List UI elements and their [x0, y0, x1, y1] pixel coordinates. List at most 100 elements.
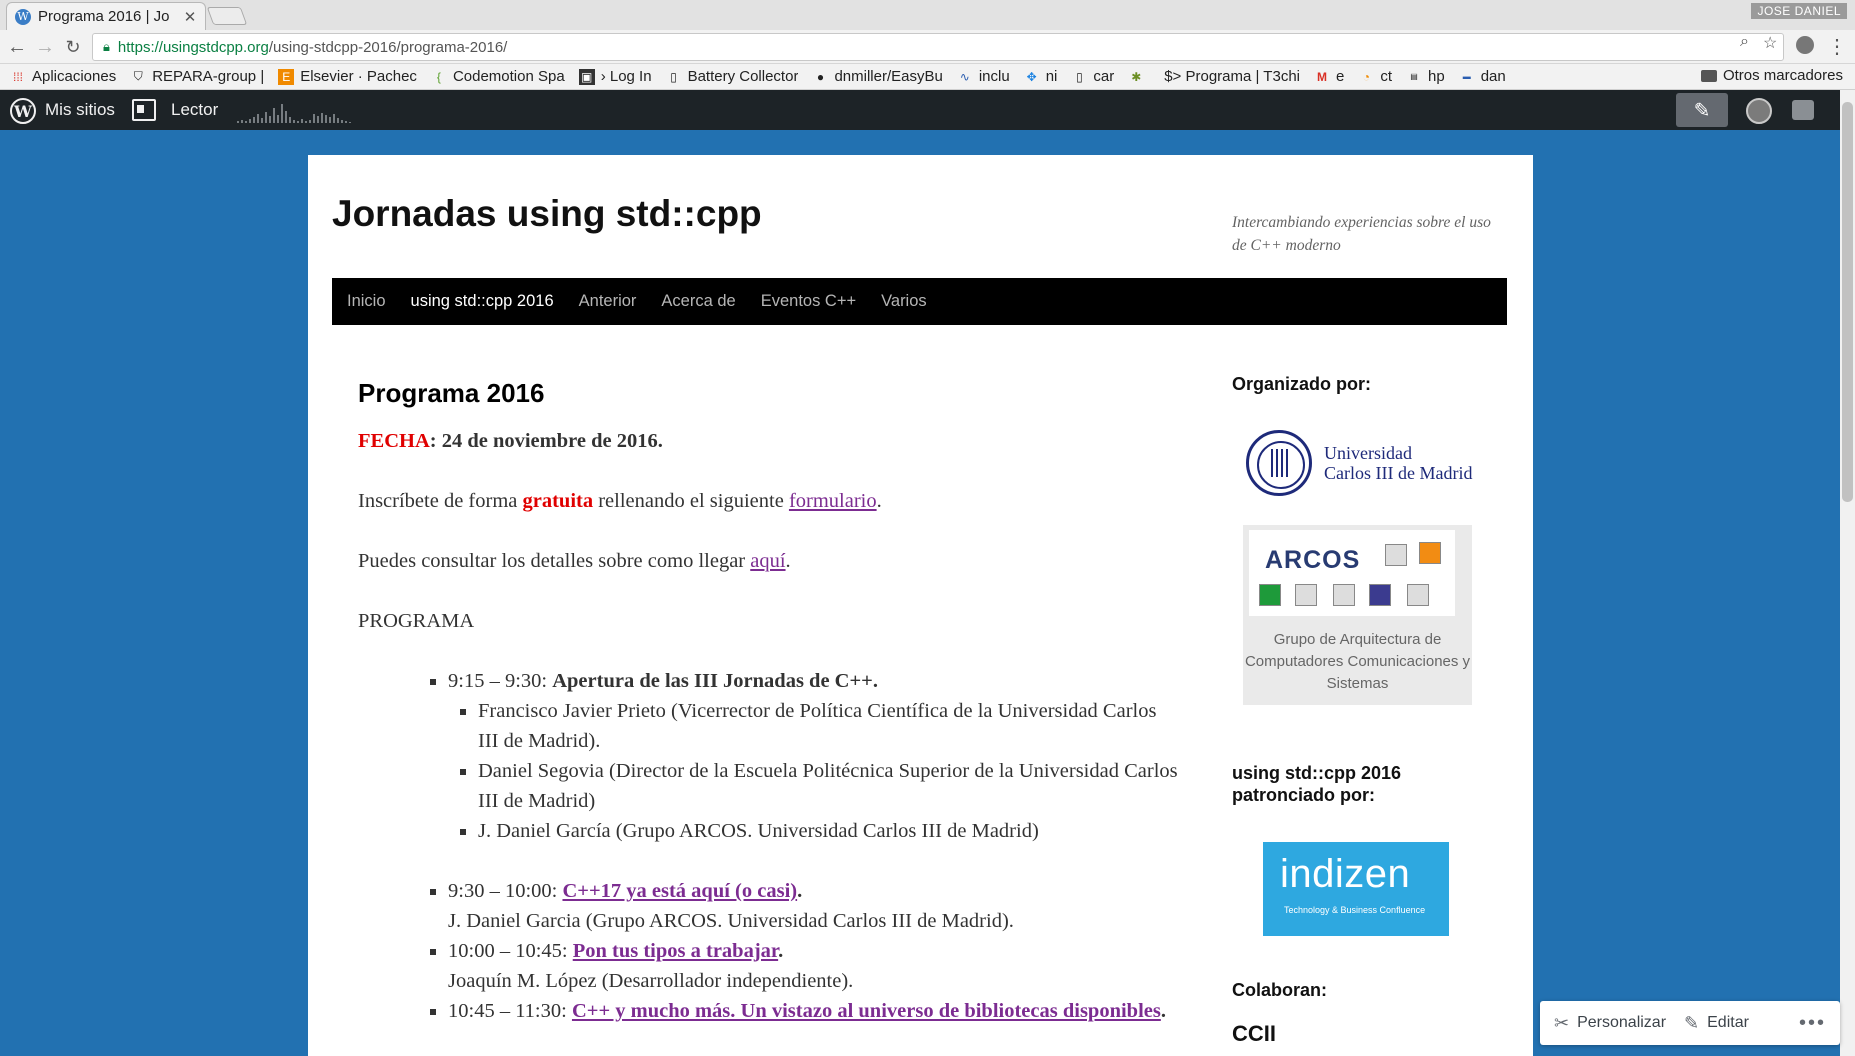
pencil-plus-icon: ✎	[1693, 99, 1711, 122]
schedule-item: 10:45 – 11:30: C++ y mucho más. Un vista…	[448, 996, 1178, 1026]
bookmark-gmail[interactable]: Me	[1314, 68, 1344, 85]
bookmarks-bar: ⁞⁞⁞ Aplicaciones ⛉ REPARA-group | E Elsevie…	[0, 64, 1855, 90]
forward-arrow-icon[interactable]: →	[32, 34, 58, 60]
bookmark-car[interactable]: ▯ car	[1071, 68, 1114, 85]
bookmark-t3chi[interactable]: $> Programa | T3chi	[1164, 68, 1300, 85]
reload-icon[interactable]: ↻	[60, 34, 86, 60]
session-link[interactable]: Pon tus tipos a trabajar	[573, 940, 778, 962]
pencil-icon: ✎	[1684, 1012, 1700, 1033]
session-speaker: Joaquín M. López (Desarrollador independ…	[448, 970, 854, 992]
wordpress-favicon-icon: W	[15, 8, 31, 25]
signup-line: Inscríbete de forma gratuita rellenando …	[358, 490, 882, 512]
date-value: : 24 de noviembre de 2016.	[429, 430, 663, 452]
bookmark-codemotion[interactable]: {Codemotion Spa	[431, 68, 565, 85]
notifications-icon[interactable]	[1792, 100, 1814, 120]
bookmark-repara[interactable]: ⛉ REPARA-group |	[130, 68, 265, 85]
url-path: /using-stdcpp-2016/programa-2016/	[268, 38, 508, 56]
form-link[interactable]: formulario	[789, 490, 877, 512]
dan-icon: ▬	[1462, 72, 1471, 81]
scrollbar-thumb[interactable]	[1842, 102, 1853, 502]
date-line: FECHA: 24 de noviembre de 2016.	[358, 426, 1178, 456]
write-post-button[interactable]: ✎	[1676, 93, 1728, 127]
browser-tabbar: W Programa 2016 | Jo ✕ JOSE DANIEL	[0, 0, 1855, 30]
url-host: https://usingstdcpp.org	[117, 38, 269, 56]
nav-item-using-stdcpp-2016[interactable]: using std::cpp 2016	[411, 292, 554, 311]
bookmark-ct[interactable]: ◔ ct	[1358, 68, 1392, 85]
shield-icon: ⛉	[133, 69, 143, 83]
main-navigation: Inicio using std::cpp 2016 Anterior Acer…	[332, 278, 1507, 325]
arcos-widget[interactable]: ARCOS Grupo de Arquitectura de Computado…	[1243, 525, 1472, 705]
customizer-bar: ✂ Personalizar ✎ Editar •••	[1540, 1001, 1840, 1045]
nav-item-varios[interactable]: Varios	[881, 292, 927, 311]
address-bar[interactable]: 🔒︎ https://usingstdcpp.org/using-stdcpp-…	[92, 33, 1784, 61]
bookmark-github[interactable]: ● dnmiller/EasyBu	[812, 68, 943, 85]
zoom-icon[interactable]: ⌕	[1740, 33, 1749, 51]
page-scrollbar[interactable]	[1840, 90, 1855, 1056]
other-bookmarks[interactable]: Otros marcadores	[1700, 67, 1843, 84]
nav-item-inicio[interactable]: Inicio	[347, 292, 386, 311]
cube-icon	[1259, 584, 1281, 606]
indizen-logo[interactable]: indizen Technology & Business Confluence	[1263, 842, 1449, 936]
bookmark-apps[interactable]: ⁞⁞⁞ Aplicaciones	[10, 68, 116, 85]
new-tab-button[interactable]	[206, 7, 248, 25]
bookmark-dan[interactable]: ▬ dan	[1459, 68, 1506, 85]
gmail-icon: M	[1317, 69, 1327, 84]
widget-title-collaborate: Colaboran:	[1232, 980, 1328, 1000]
browser-menu-icon[interactable]: ⋮	[1827, 34, 1847, 59]
wave-icon: ∿	[959, 69, 970, 84]
schedule-item: 10:00 – 10:45: Pon tus tipos a trabajar.…	[448, 936, 1178, 996]
speaker-item: Francisco Javier Prieto (Vicerrector de …	[478, 696, 1178, 756]
my-sites-link[interactable]: Mis sitios	[45, 100, 115, 120]
stats-sparkline[interactable]	[236, 102, 354, 124]
speaker-list: Francisco Javier Prieto (Vicerrector de …	[478, 696, 1178, 846]
back-arrow-icon[interactable]: ←	[4, 34, 30, 60]
bookmark-elsevier[interactable]: E Elsevier · Pachec	[278, 68, 417, 85]
nav-item-anterior[interactable]: Anterior	[579, 292, 637, 311]
close-tab-icon[interactable]: ✕	[183, 8, 197, 26]
wordpress-logo-icon[interactable]: W	[10, 98, 36, 124]
tab-title: Programa 2016 | Jo	[38, 8, 170, 25]
bug-icon: ✱	[1131, 69, 1142, 84]
edit-button[interactable]: Editar	[1707, 1014, 1749, 1032]
reader-link[interactable]: Lector	[171, 100, 218, 120]
bookmark-inclu[interactable]: ∿ inclu	[957, 68, 1010, 85]
more-options-icon[interactable]: •••	[1799, 1012, 1826, 1035]
bookmark-login[interactable]: ▣ › Log In	[578, 68, 652, 85]
ccii-logo[interactable]: CCII	[1232, 1021, 1276, 1047]
bookmark-hp[interactable]: ▤ hp	[1406, 68, 1444, 85]
user-avatar[interactable]	[1746, 98, 1772, 124]
session-title: Apertura de las III Jornadas de C++.	[552, 670, 878, 692]
session-link[interactable]: C++ y mucho más. Un vistazo al universo …	[572, 1000, 1161, 1022]
bookmark-star-icon[interactable]: ☆	[1763, 33, 1777, 53]
schedule-list-2: 9:30 – 10:00: C++17 ya está aquí (o casi…	[448, 876, 1178, 1026]
schedule-list: 9:15 – 9:30: Apertura de las III Jornada…	[448, 666, 1178, 846]
reader-icon[interactable]	[132, 99, 156, 121]
schedule-item: 9:15 – 9:30: Apertura de las III Jornada…	[448, 666, 1178, 846]
github-icon: ●	[816, 69, 825, 84]
speaker-item: J. Daniel García (Grupo ARCOS. Universid…	[478, 816, 1178, 846]
widget-title-organized: Organizado por:	[1232, 374, 1371, 394]
customize-button[interactable]: Personalizar	[1577, 1014, 1666, 1032]
schedule-item: 9:30 – 10:00: C++17 ya está aquí (o casi…	[448, 876, 1178, 936]
nav-item-eventos-cpp[interactable]: Eventos C++	[761, 292, 856, 311]
free-label: gratuita	[522, 490, 594, 512]
uc3m-logo[interactable]: Universidad Carlos III de Madrid	[1246, 424, 1476, 502]
bookmark-battery-collector[interactable]: ▯ Battery Collector	[666, 68, 798, 85]
speaker-item: Daniel Segovia (Director de la Escuela P…	[478, 756, 1178, 816]
programa-heading: PROGRAMA	[358, 610, 475, 632]
bookmark-bug[interactable]: ✱	[1128, 69, 1150, 85]
arcos-logo: ARCOS	[1249, 530, 1455, 616]
wp-admin-bar: W Mis sitios Lector ✎	[0, 90, 1855, 130]
extension-icon[interactable]	[1796, 36, 1814, 54]
browser-tab-active[interactable]: W Programa 2016 | Jo ✕	[6, 2, 206, 30]
site-title[interactable]: Jornadas using std::cpp	[332, 193, 762, 235]
directions-link[interactable]: aquí	[750, 550, 785, 572]
nav-item-acerca-de[interactable]: Acerca de	[661, 292, 735, 311]
bookmark-ni[interactable]: ✥ ni	[1024, 68, 1058, 85]
hp-icon: ▤	[1410, 72, 1418, 81]
date-label: FECHA	[358, 430, 430, 452]
profile-name-badge[interactable]: JOSE DANIEL	[1751, 3, 1847, 19]
cube-icon	[1369, 584, 1391, 606]
folder-icon	[1700, 69, 1717, 82]
session-link[interactable]: C++17 ya está aquí (o casi)	[562, 880, 797, 902]
